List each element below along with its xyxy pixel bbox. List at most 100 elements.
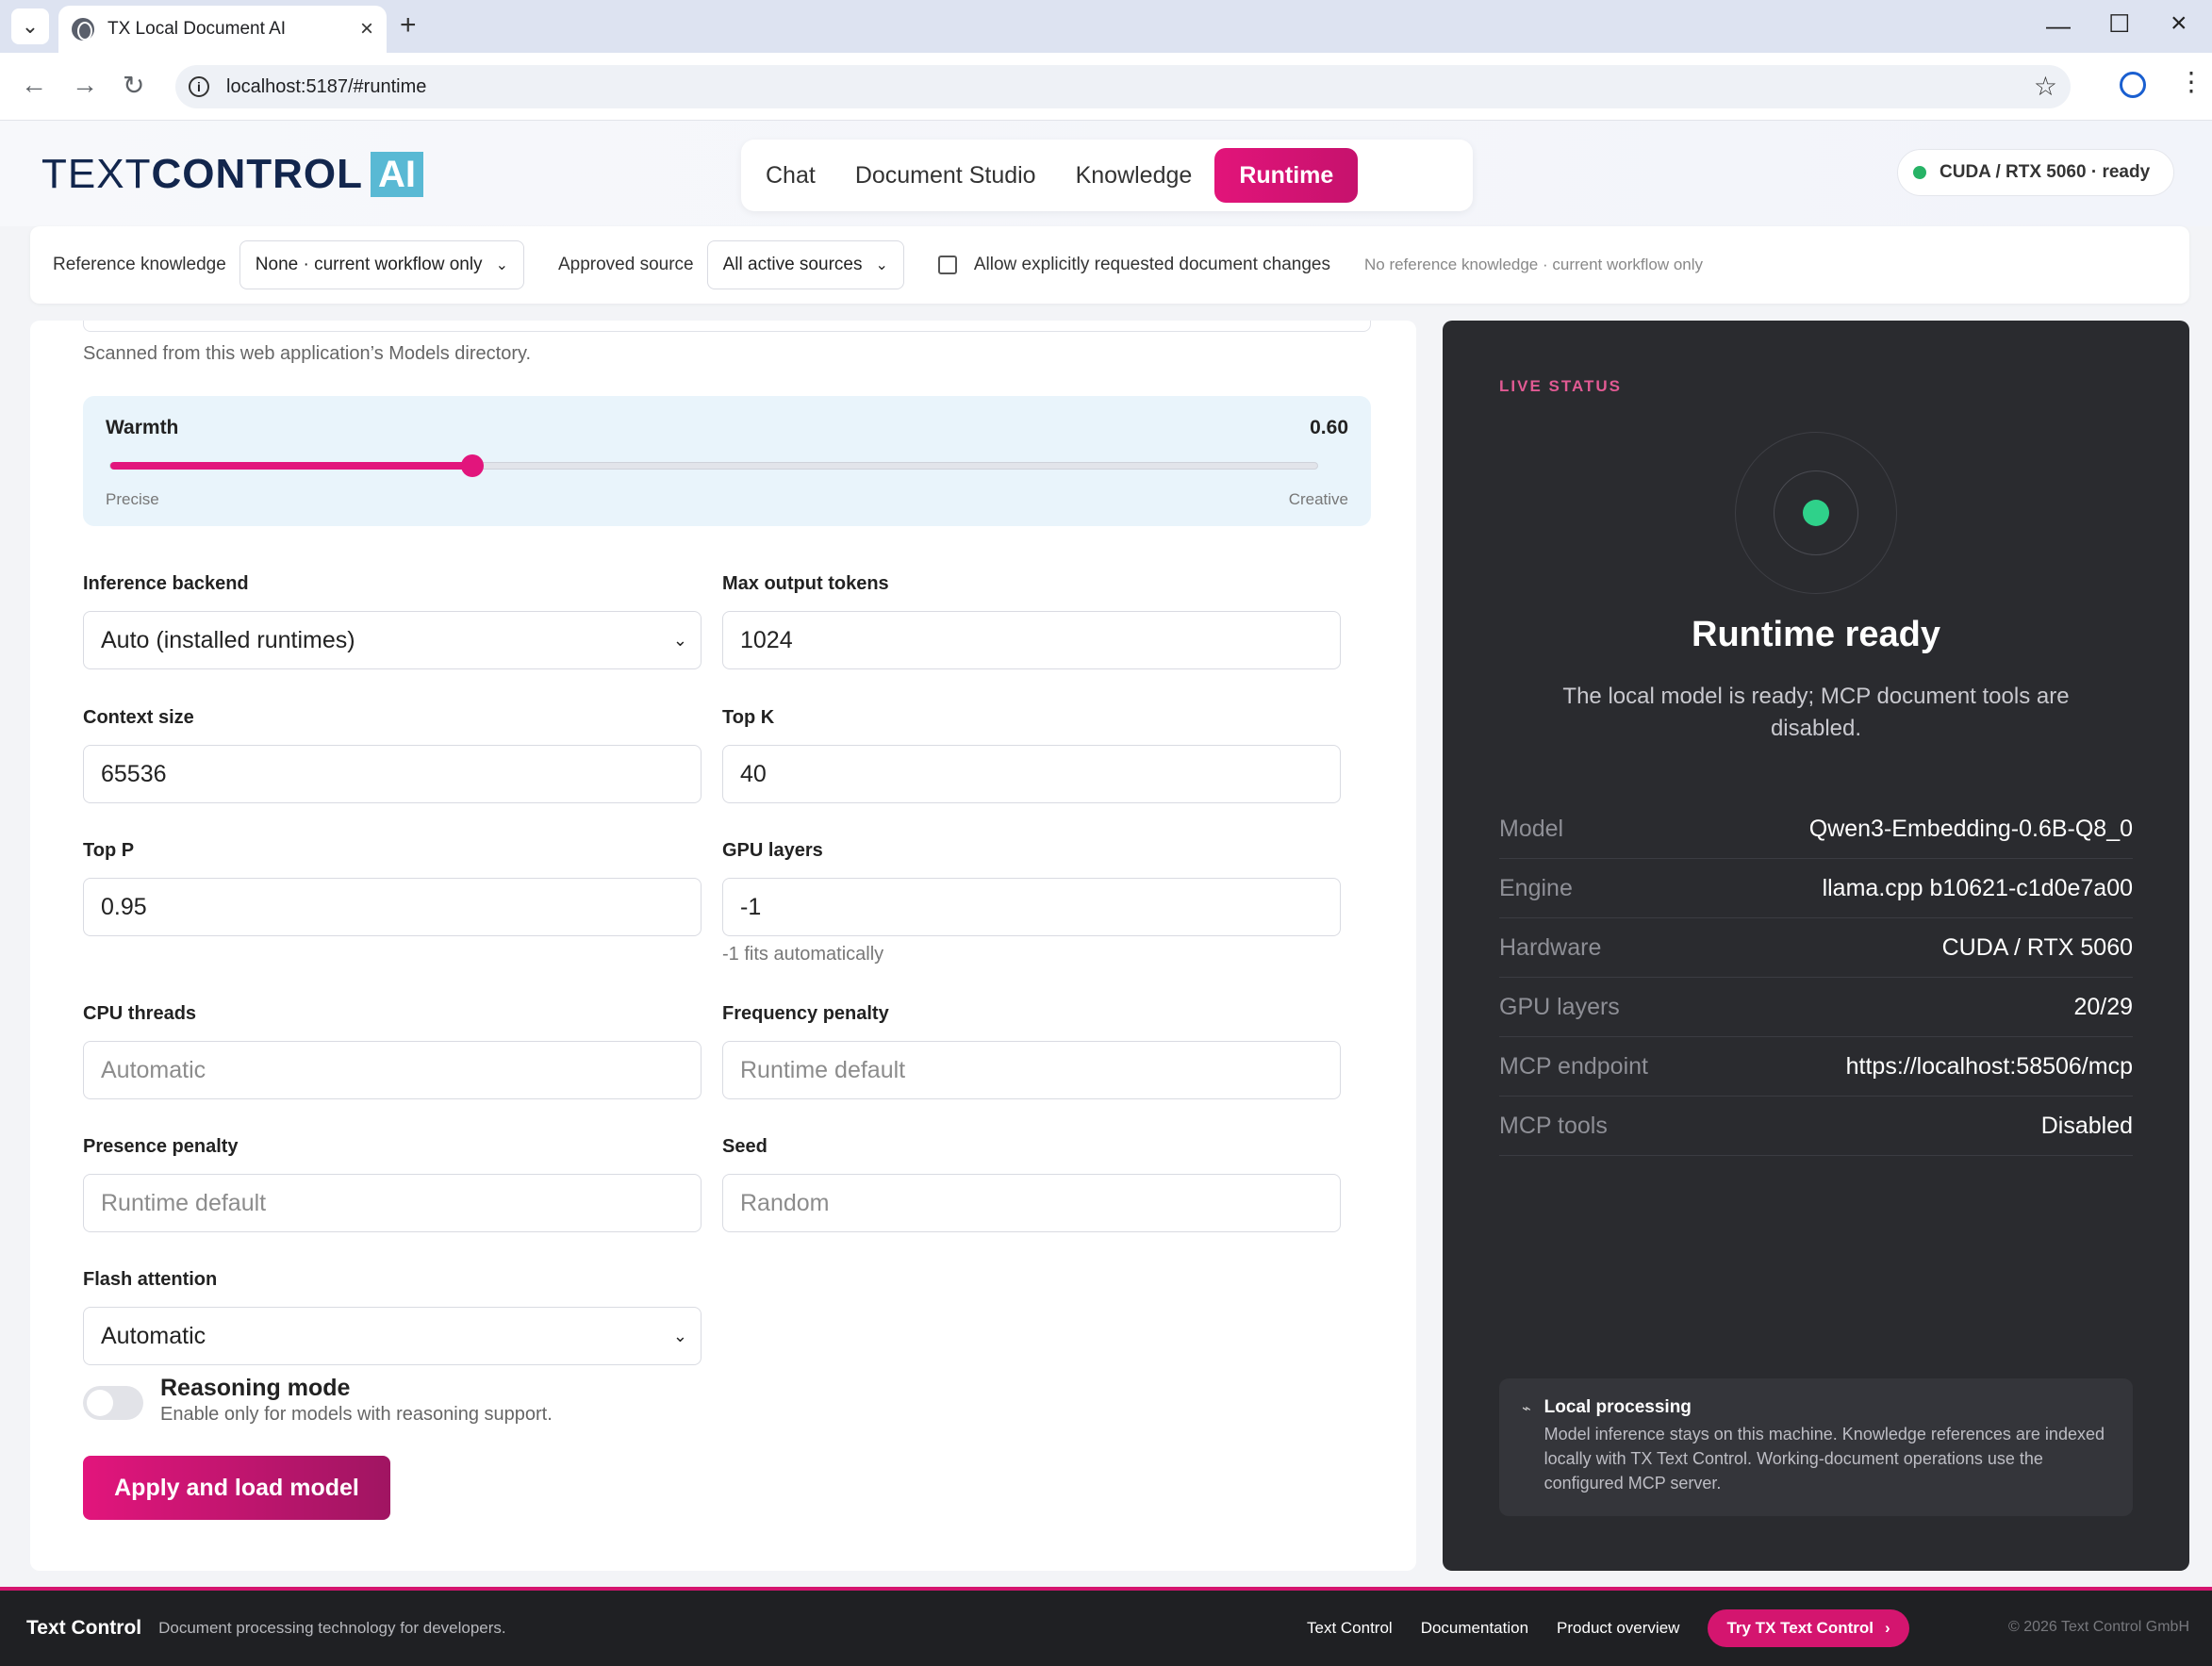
- reasoning-mode-toggle[interactable]: [83, 1386, 143, 1420]
- footer-link-product-overview[interactable]: Product overview: [1557, 1619, 1679, 1638]
- cpu-threads-input[interactable]: Automatic: [83, 1041, 702, 1099]
- context-size-field: Context size 65536: [83, 707, 702, 803]
- status-dot-icon: [1913, 166, 1926, 179]
- top-p-label: Top P: [83, 840, 135, 861]
- nav-document-studio[interactable]: Document Studio: [838, 148, 1053, 203]
- chevron-down-icon: ⌄: [495, 257, 508, 273]
- footer-tagline: Document processing technology for devel…: [158, 1619, 506, 1637]
- warmth-label: Warmth: [106, 417, 179, 438]
- apply-and-load-model-button[interactable]: Apply and load model: [83, 1456, 390, 1520]
- gpu-layers-field: GPU layers -1 -1 fits automatically: [722, 840, 1341, 965]
- warmth-slider-track[interactable]: [109, 454, 1318, 477]
- warmth-value: 0.60: [1310, 417, 1348, 438]
- profile-icon[interactable]: [2120, 72, 2146, 98]
- local-processing-notice: ⌁ Local processing Model inference stays…: [1499, 1378, 2133, 1516]
- status-ring-inner: [1774, 470, 1858, 555]
- detail-row-mcp-tools: MCP tools Disabled: [1499, 1097, 2133, 1156]
- site-info-icon[interactable]: i: [189, 76, 209, 97]
- top-p-input[interactable]: 0.95: [83, 878, 702, 936]
- frequency-penalty-label: Frequency penalty: [722, 1003, 889, 1024]
- seed-field: Seed Random: [722, 1136, 1341, 1232]
- inference-backend-select[interactable]: Auto (installed runtimes) ⌄: [83, 611, 702, 669]
- tab-search-button[interactable]: ⌄: [11, 8, 49, 44]
- flash-attention-value: Automatic: [101, 1322, 206, 1349]
- reference-knowledge-select[interactable]: None · current workflow only ⌄: [239, 240, 524, 289]
- allow-changes-checkbox[interactable]: [937, 256, 957, 274]
- footer-brand[interactable]: Text Control: [26, 1617, 141, 1640]
- gpu-status-text: CUDA / RTX 5060 · ready: [1940, 162, 2151, 182]
- browser-tab[interactable]: TX Local Document AI ×: [58, 6, 387, 53]
- warmth-low-label: Precise: [106, 490, 159, 508]
- footer-link-text-control[interactable]: Text Control: [1307, 1619, 1393, 1638]
- try-button-label: Try TX Text Control: [1726, 1619, 1874, 1637]
- seed-input[interactable]: Random: [722, 1174, 1341, 1232]
- bookmark-star-icon[interactable]: ☆: [2034, 71, 2057, 102]
- model-select-edge[interactable]: [83, 321, 1371, 332]
- minimize-icon[interactable]: —: [2046, 11, 2071, 41]
- local-processing-text: Model inference stays on this machine. K…: [1543, 1425, 2105, 1493]
- flash-attention-select[interactable]: Automatic ⌄: [83, 1307, 702, 1365]
- flash-attention-label: Flash attention: [83, 1269, 218, 1290]
- context-size-input[interactable]: 65536: [83, 745, 702, 803]
- reference-knowledge-label: Reference knowledge: [53, 255, 226, 274]
- runtime-status-description: The local model is ready; MCP document t…: [1562, 684, 2070, 741]
- cpu-threads-label: CPU threads: [83, 1003, 197, 1024]
- close-icon[interactable]: ×: [360, 16, 373, 42]
- detail-value: llama.cpp b10621-c1d0e7a00: [1822, 874, 2133, 901]
- cpu-threads-field: CPU threads Automatic: [83, 1003, 702, 1099]
- ready-dot-icon: [1803, 500, 1829, 526]
- live-status-label: LIVE STATUS: [1499, 377, 1622, 395]
- top-k-label: Top K: [722, 707, 775, 728]
- logo-text: TEXTCONTROL: [41, 151, 363, 197]
- nav-runtime[interactable]: Runtime: [1214, 148, 1359, 203]
- text-control-ai-logo[interactable]: TEXTCONTROL AI: [41, 151, 423, 198]
- warmth-slider-handle[interactable]: [461, 454, 484, 477]
- reasoning-mode-subtitle: Enable only for models with reasoning su…: [160, 1404, 553, 1425]
- warmth-high-label: Creative: [1288, 490, 1348, 508]
- gpu-layers-input[interactable]: -1: [722, 878, 1341, 936]
- back-arrow-icon[interactable]: ←: [21, 70, 47, 100]
- detail-key: Model: [1499, 815, 1564, 842]
- footer-link-documentation[interactable]: Documentation: [1421, 1619, 1528, 1638]
- runtime-details-list: Model Qwen3-Embedding-0.6B-Q8_0 Engine lla…: [1499, 800, 2133, 1156]
- detail-row-gpu-layers: GPU layers 20/29: [1499, 978, 2133, 1037]
- detail-value: CUDA / RTX 5060: [1941, 933, 2133, 961]
- nav-chat[interactable]: Chat: [749, 148, 833, 203]
- try-tx-text-control-button[interactable]: Try TX Text Control ›: [1708, 1609, 1909, 1647]
- reasoning-mode-row: Reasoning mode Enable only for models wi…: [83, 1375, 553, 1426]
- reload-icon[interactable]: ↻: [123, 70, 144, 101]
- max-output-tokens-input[interactable]: 1024: [722, 611, 1341, 669]
- warmth-slider-fill: [110, 462, 472, 470]
- new-tab-button[interactable]: +: [400, 9, 417, 41]
- models-scan-note: Scanned from this web application’s Mode…: [83, 343, 532, 364]
- top-p-field: Top P 0.95: [83, 840, 702, 936]
- knowledge-filter-bar: Reference knowledge None · current workf…: [30, 226, 2189, 304]
- footer-links: Text Control Documentation Product overv…: [1307, 1609, 1909, 1647]
- presence-penalty-input[interactable]: Runtime default: [83, 1174, 702, 1232]
- frequency-penalty-input[interactable]: Runtime default: [722, 1041, 1341, 1099]
- chevron-down-icon: ⌄: [875, 257, 888, 273]
- address-bar[interactable]: i localhost:5187/#runtime ☆: [175, 65, 2071, 108]
- runtime-settings-panel: Scanned from this web application’s Mode…: [30, 321, 1416, 1571]
- nav-knowledge[interactable]: Knowledge: [1059, 148, 1210, 203]
- app-header: TEXTCONTROL AI Chat Document Studio Know…: [0, 121, 2212, 226]
- inference-backend-value: Auto (installed runtimes): [101, 626, 355, 653]
- top-k-input[interactable]: 40: [722, 745, 1341, 803]
- detail-key: GPU layers: [1499, 993, 1620, 1020]
- approved-source-label: Approved source: [557, 255, 694, 274]
- detail-value: 20/29: [2073, 993, 2133, 1020]
- detail-row-hardware: Hardware CUDA / RTX 5060: [1499, 918, 2133, 978]
- approved-source-value: All active sources: [722, 255, 863, 274]
- forward-arrow-icon[interactable]: →: [72, 70, 98, 100]
- window-close-icon[interactable]: ×: [2171, 8, 2187, 40]
- detail-value: Qwen3-Embedding-0.6B-Q8_0: [1808, 815, 2133, 842]
- filter-status-note: No reference knowledge · current workflo…: [1363, 256, 1704, 273]
- more-menu-icon[interactable]: ⋮: [2178, 66, 2204, 97]
- presence-penalty-label: Presence penalty: [83, 1136, 239, 1157]
- approved-source-select[interactable]: All active sources ⌄: [706, 240, 904, 289]
- detail-value: Disabled: [2040, 1112, 2133, 1139]
- max-output-tokens-label: Max output tokens: [722, 573, 889, 594]
- tab-title: TX Local Document AI: [107, 19, 287, 39]
- max-output-tokens-field: Max output tokens 1024: [722, 573, 1341, 669]
- maximize-icon[interactable]: ☐: [2108, 9, 2130, 39]
